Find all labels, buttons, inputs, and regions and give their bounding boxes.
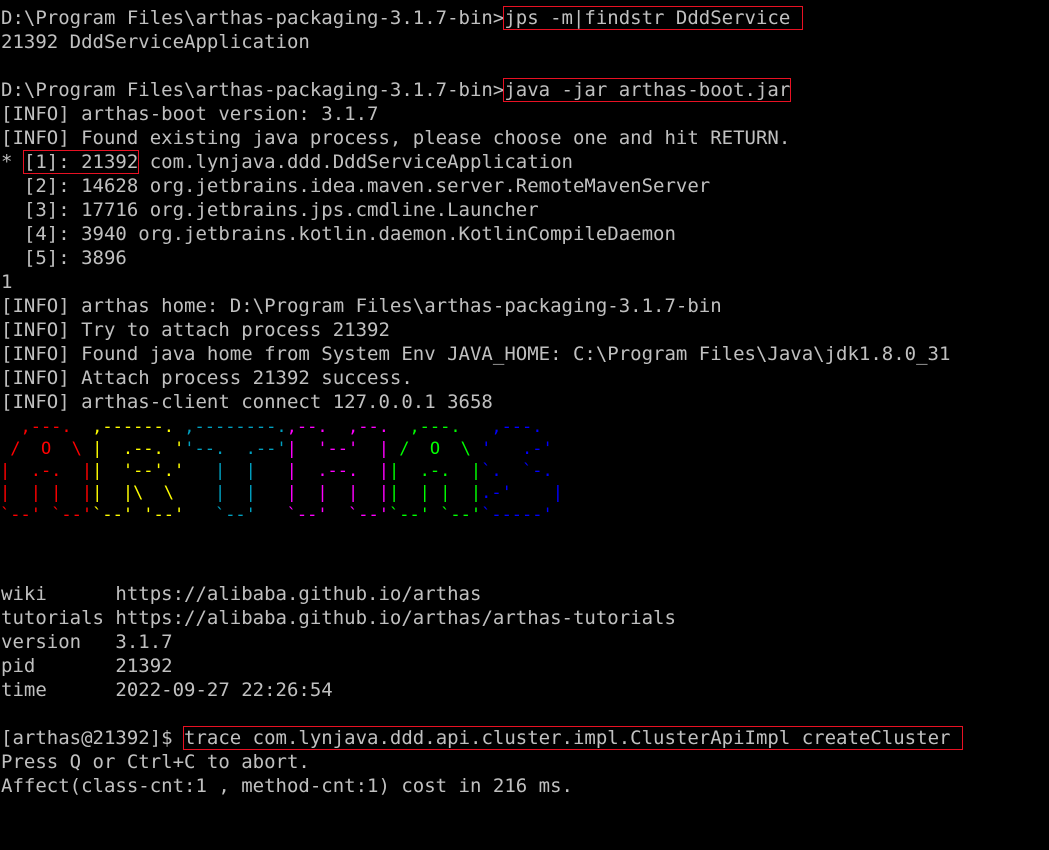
logo-letter-segment: | .-. | [388, 461, 482, 481]
java-command-highlight: java -jar arthas-boot.jar [503, 78, 792, 102]
terminal-line: 1 [1, 271, 13, 293]
logo-letter-segment: ,---. [388, 417, 482, 437]
terminal-line: D:\Program Files\arthas-packaging-3.1.7-… [1, 6, 803, 30]
jps-command: jps -m|findstr DddService [504, 7, 791, 29]
logo-letter-segment: '--. .--' [184, 439, 287, 459]
terminal-line: [INFO] arthas-client connect 127.0.0.1 3… [1, 391, 493, 413]
info-row-wiki: wiki https://alibaba.github.io/arthas [1, 582, 481, 606]
info-row-time: time 2022-09-27 22:26:54 [1, 678, 333, 702]
terminal-line: D:\Program Files\arthas-packaging-3.1.7-… [1, 78, 792, 102]
info-value: https://alibaba.github.io/arthas [103, 583, 482, 605]
logo-row: `--' `--'`--' '--' `--' `--' `--'`--' `-… [0, 504, 563, 526]
terminal-line: [INFO] Attach process 21392 success. [1, 367, 413, 389]
logo-letter-segment: | '--' | [286, 439, 389, 459]
logo-letter-segment: / O \ [0, 439, 93, 459]
arthas-ascii-logo: ,---. ,------. ,--------.,--. ,--. ,---.… [0, 416, 563, 526]
info-row-version: version 3.1.7 [1, 630, 173, 654]
logo-letter-segment: | |\ \ [92, 483, 185, 503]
terminal-line: [5]: 3896 [1, 247, 127, 269]
info-value: https://alibaba.github.io/arthas/arthas-… [103, 607, 676, 629]
terminal-line: [4]: 3940 org.jetbrains.kotlin.daemon.Ko… [1, 223, 676, 245]
terminal-line: [INFO] Found existing java process, plea… [1, 127, 791, 149]
logo-row: | .-. || '--'.' | | | .--. || .-. |`. `-… [0, 460, 563, 482]
logo-letter-segment: `--' [184, 505, 287, 525]
info-row-pid: pid 21392 [1, 654, 173, 678]
arthas-prompt: [arthas@21392]$ [1, 727, 185, 749]
selected-process-highlight: [1]: 21392 [22, 150, 140, 174]
logo-letter-segment: ,--------. [184, 417, 287, 437]
logo-letter-segment: | .--. | [286, 461, 389, 481]
logo-letter-segment: | .--. ' [92, 439, 185, 459]
logo-letter-segment: ,---. [0, 417, 93, 437]
process-name: com.lynjava.ddd.DddServiceApplication [138, 151, 573, 173]
logo-letter-segment: | | | | [388, 483, 482, 503]
prompt-path: D:\Program Files\arthas-packaging-3.1.7-… [1, 79, 505, 101]
info-value: 2022-09-27 22:26:54 [103, 679, 333, 701]
info-value: 21392 [103, 655, 173, 677]
logo-letter-segment: `-----' [481, 505, 563, 525]
logo-letter-segment: | .-. | [0, 461, 93, 481]
logo-letter-segment: `. `-. [481, 461, 563, 481]
logo-letter-segment: | '--'.' [92, 461, 185, 481]
terminal-line: [INFO] arthas home: D:\Program Files\art… [1, 295, 722, 317]
prompt-path: D:\Program Files\arthas-packaging-3.1.7-… [1, 7, 505, 29]
logo-letter-segment: | | [184, 483, 287, 503]
terminal-line: [INFO] arthas-boot version: 3.1.7 [1, 103, 379, 125]
info-key: wiki [1, 583, 104, 605]
logo-row: ,---. ,------. ,--------.,--. ,--. ,---.… [0, 416, 563, 438]
info-key: tutorials [1, 607, 104, 629]
info-row-tutorials: tutorials https://alibaba.github.io/arth… [1, 606, 676, 630]
logo-letter-segment: ,---. [481, 417, 563, 437]
logo-letter-segment: / O \ [388, 439, 482, 459]
abort-hint: Press Q or Ctrl+C to abort. [1, 751, 310, 773]
info-value: 3.1.7 [103, 631, 173, 653]
logo-letter-segment: `--' `--' [0, 505, 93, 525]
logo-letter-segment: | | [184, 461, 287, 481]
logo-row: / O \ | .--. ''--. .--'| '--' | / O \ ' … [0, 438, 563, 460]
terminal-line: * [1]: 21392 com.lynjava.ddd.DddServiceA… [1, 150, 573, 174]
terminal-line: 21392 DddServiceApplication [1, 31, 310, 53]
arthas-prompt-line: [arthas@21392]$ trace com.lynjava.ddd.ap… [1, 726, 963, 750]
affect-result: Affect(class-cnt:1 , method-cnt:1) cost … [1, 775, 573, 797]
info-key: version [1, 631, 104, 653]
logo-letter-segment: `--' '--' [92, 505, 185, 525]
jps-command-highlight: jps -m|findstr DddService [503, 6, 803, 30]
terminal-window[interactable]: D:\Program Files\arthas-packaging-3.1.7-… [0, 0, 1049, 850]
logo-letter-segment: | | | | [286, 483, 389, 503]
logo-letter-segment: ,------. [92, 417, 185, 437]
terminal-line: [INFO] Found java home from System Env J… [1, 343, 951, 365]
logo-letter-segment: `--' `--' [388, 505, 482, 525]
selection-marker: * [1, 151, 24, 173]
logo-letter-segment: `--' `--' [286, 505, 389, 525]
terminal-line: [2]: 14628 org.jetbrains.idea.maven.serv… [1, 175, 711, 197]
logo-letter-segment: ' .-' [481, 439, 563, 459]
logo-letter-segment: .-' | [481, 483, 563, 503]
info-key: pid [1, 655, 104, 677]
info-key: time [1, 679, 104, 701]
terminal-line: [3]: 17716 org.jetbrains.jps.cmdline.Lau… [1, 199, 539, 221]
logo-letter-segment: ,--. ,--. [286, 417, 389, 437]
logo-letter-segment: | | | | [0, 483, 93, 503]
trace-command-highlight: trace com.lynjava.ddd.api.cluster.impl.C… [183, 726, 963, 750]
terminal-line: [INFO] Try to attach process 21392 [1, 319, 390, 341]
java-command: java -jar arthas-boot.jar [504, 79, 791, 101]
logo-row: | | | || |\ \ | | | | | || | | |.-' | [0, 482, 563, 504]
